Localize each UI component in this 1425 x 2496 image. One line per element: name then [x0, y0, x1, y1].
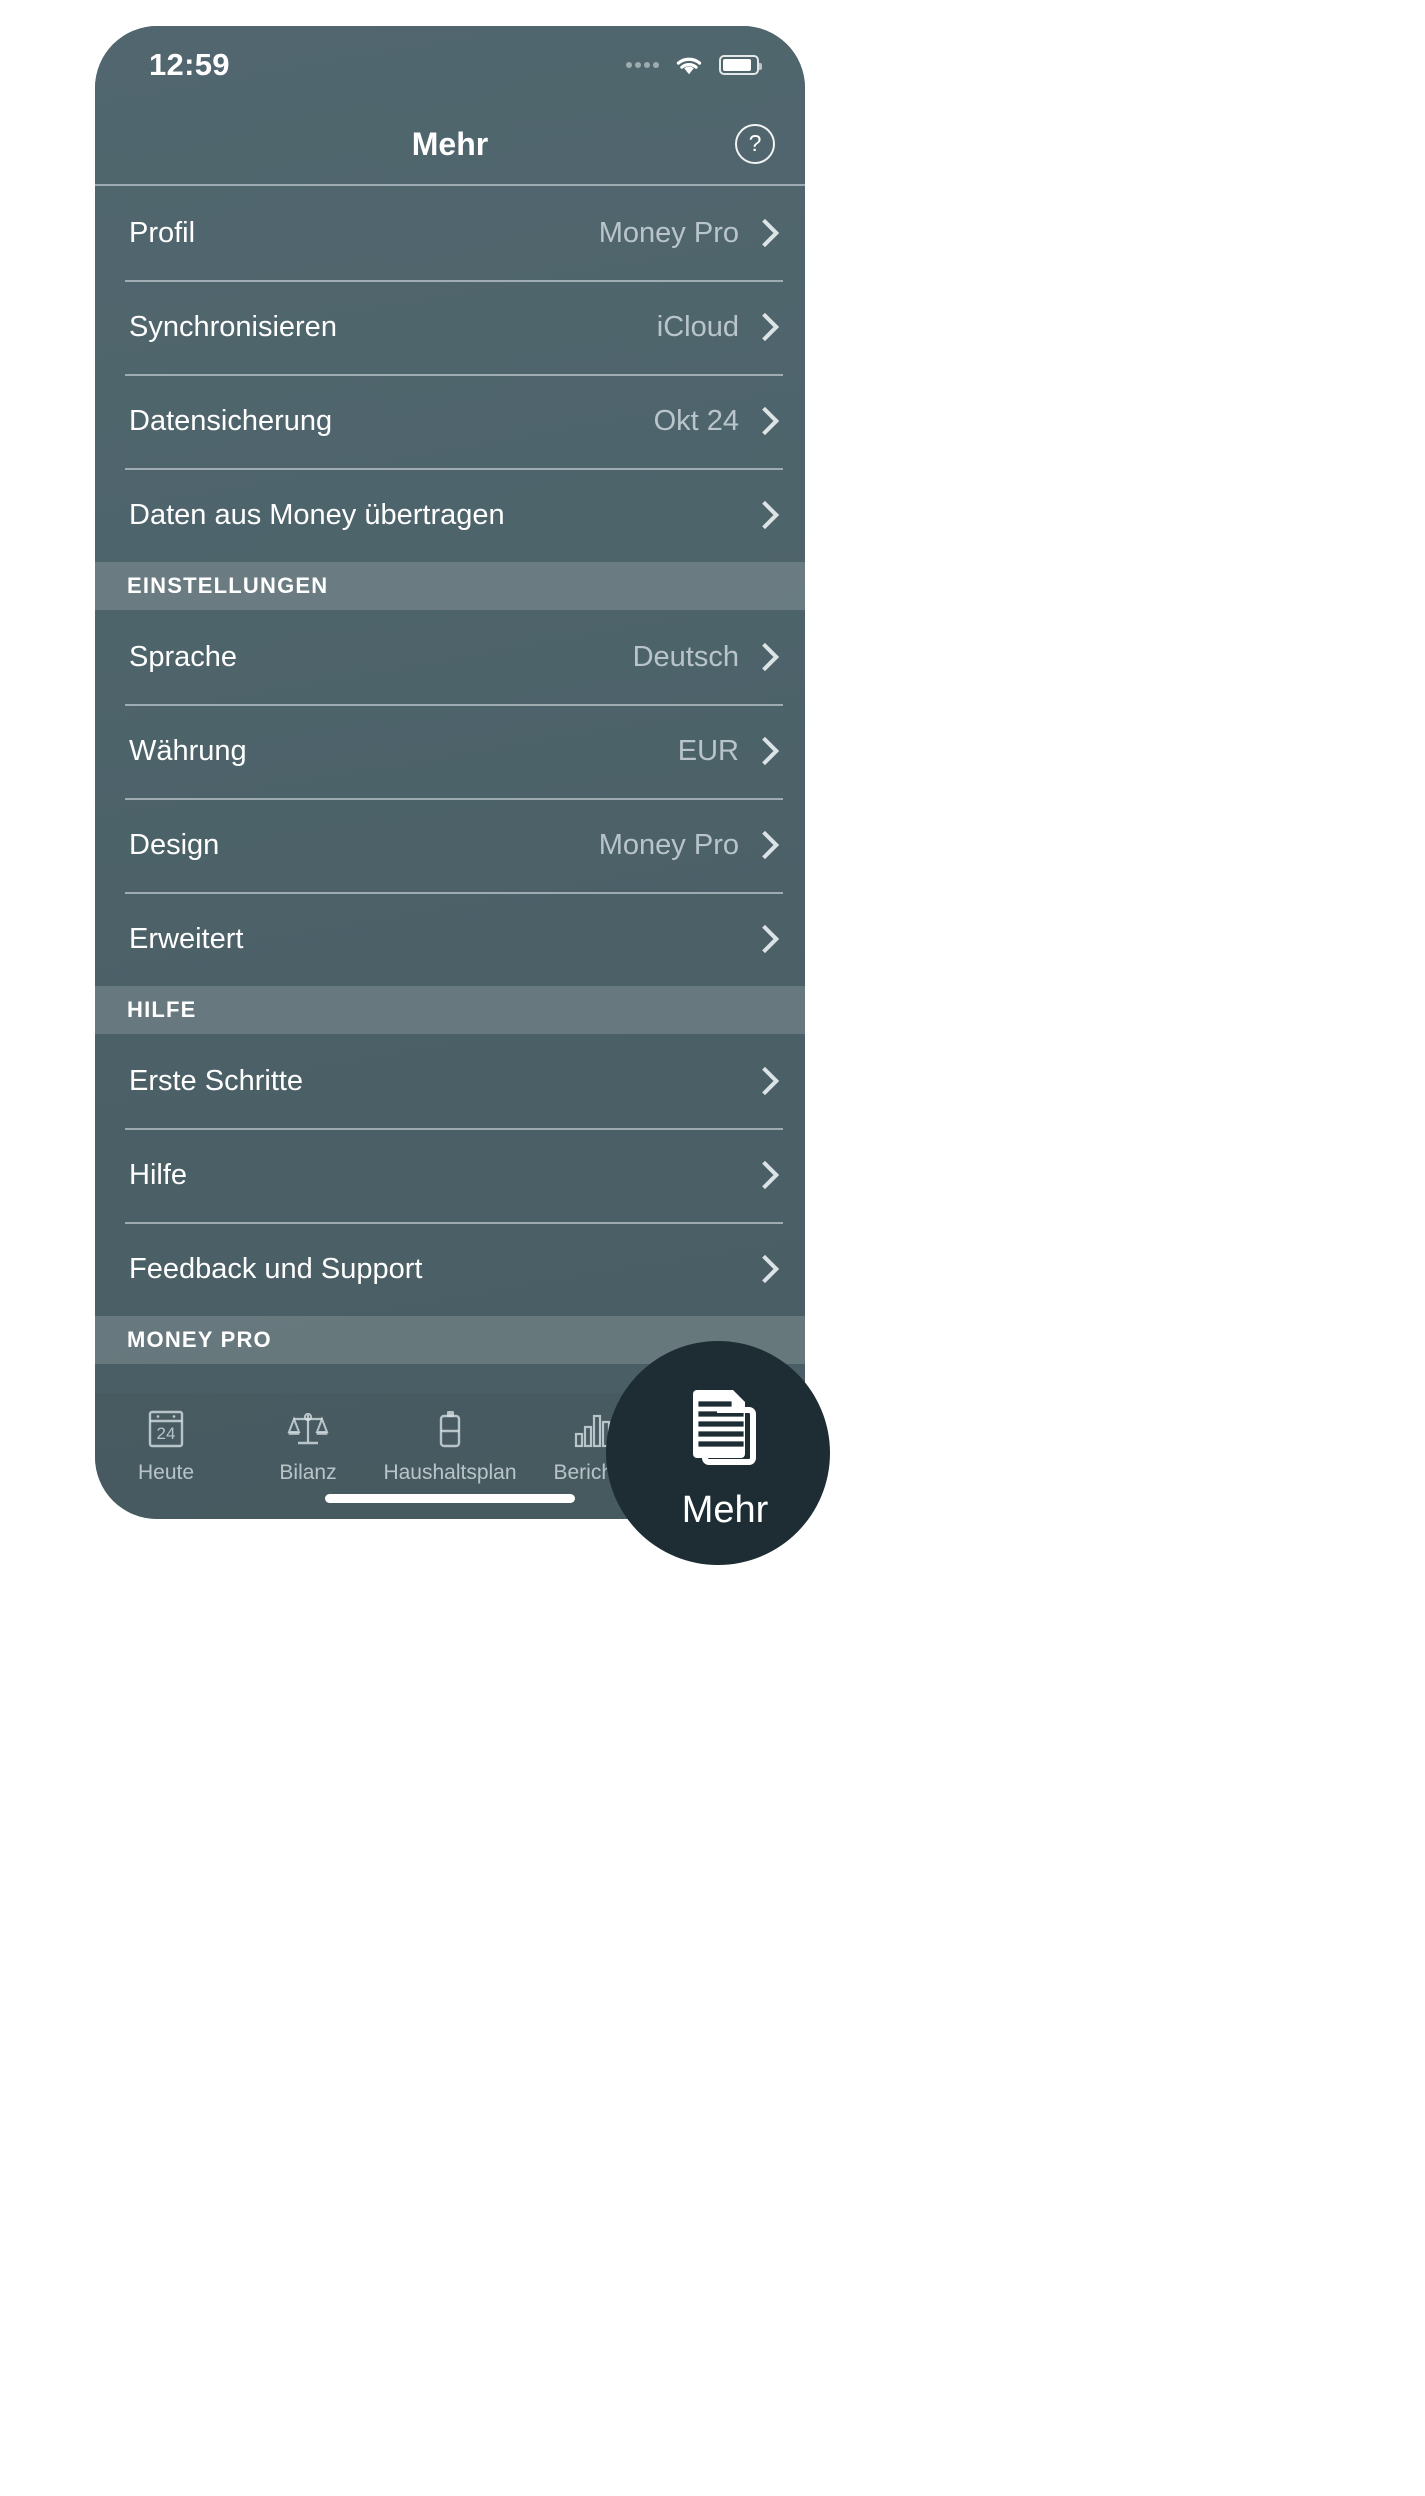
mehr-spotlight-overlay[interactable]: Mehr: [606, 1341, 830, 1565]
settings-row-label: Währung: [129, 734, 247, 767]
help-icon[interactable]: ?: [735, 124, 775, 164]
settings-row[interactable]: Datensicherung Okt 24: [95, 374, 805, 468]
tab-bilanz[interactable]: Bilanz: [237, 1405, 379, 1485]
tab-haushaltsplan[interactable]: Haushaltsplan: [379, 1405, 521, 1485]
scales-icon: [286, 1405, 330, 1453]
settings-row-value: EUR: [677, 734, 739, 767]
app-screen: 12:59 Mehr ? Profil Money Pro Synchronisie…: [95, 26, 805, 1519]
settings-row[interactable]: Feedback und Support: [95, 1222, 805, 1316]
settings-group: HILFE Erste Schritte Hilfe Feedback und Sup…: [95, 986, 805, 1316]
chevron-right-icon: [750, 642, 780, 672]
settings-row[interactable]: Daten aus Money übertragen: [95, 468, 805, 562]
chevron-right-icon: [750, 736, 780, 766]
settings-row[interactable]: Erste Schritte: [95, 1034, 805, 1128]
settings-row-label: Synchronisieren: [129, 310, 337, 343]
svg-text:24: 24: [157, 1424, 176, 1443]
chevron-right-icon: [750, 500, 780, 530]
settings-row-label: Feedback und Support: [129, 1252, 423, 1285]
settings-row-label: Hilfe: [129, 1158, 188, 1191]
mehr-overlay-label: Mehr: [681, 1489, 769, 1531]
wifi-icon: [676, 57, 702, 75]
chevron-right-icon: [750, 830, 780, 860]
documents-icon: [669, 1374, 773, 1483]
chevron-right-icon: [750, 1160, 780, 1190]
status-bar: 12:59: [95, 26, 805, 104]
settings-row[interactable]: Erweitert: [95, 892, 805, 986]
settings-row-value: Money Pro: [598, 216, 739, 249]
navigation-bar: Mehr ?: [95, 104, 805, 186]
status-time: 12:59: [149, 47, 230, 82]
calendar-24-icon: 24: [144, 1405, 188, 1453]
chevron-right-icon: [750, 218, 780, 248]
settings-row-label: Sprache: [129, 640, 238, 673]
page-title: Mehr: [411, 125, 489, 162]
home-indicator: [325, 1494, 575, 1503]
chevron-right-icon: [750, 406, 780, 436]
signal-dots-icon: [626, 62, 659, 68]
battery-icon: [719, 55, 762, 75]
phone-frame: 12:59 Mehr ? Profil Money Pro Synchronisie…: [95, 26, 805, 1519]
tab-heute[interactable]: 24 Heute: [95, 1405, 237, 1485]
tab-label: Haushaltsplan: [383, 1461, 517, 1484]
settings-row-value: Money Pro: [598, 828, 739, 861]
settings-group: EINSTELLUNGEN Sprache Deutsch Währung EUR Des…: [95, 562, 805, 986]
settings-row-label: Design: [129, 828, 220, 861]
settings-row[interactable]: Währung EUR: [95, 704, 805, 798]
chevron-right-icon: [750, 1254, 780, 1284]
status-icons: [626, 53, 762, 77]
settings-group: Profil Money Pro Synchronisieren iCloud Date…: [95, 186, 805, 562]
settings-row[interactable]: Synchronisieren iCloud: [95, 280, 805, 374]
settings-list[interactable]: Profil Money Pro Synchronisieren iCloud Date…: [95, 186, 805, 1393]
section-header: EINSTELLUNGEN: [95, 562, 805, 610]
wallet-icon: [428, 1405, 472, 1453]
settings-row-label: Datensicherung: [129, 404, 333, 437]
settings-row-value: Deutsch: [632, 640, 739, 673]
tab-label: Heute: [137, 1461, 195, 1484]
tab-label: Bilanz: [279, 1461, 337, 1484]
settings-row-label: Daten aus Money übertragen: [129, 498, 505, 531]
settings-row-value: Okt 24: [653, 404, 739, 437]
chevron-right-icon: [750, 312, 780, 342]
settings-row-value: iCloud: [656, 310, 739, 343]
section-header: HILFE: [95, 986, 805, 1034]
settings-row-label: Erste Schritte: [129, 1064, 304, 1097]
settings-row[interactable]: Sprache Deutsch: [95, 610, 805, 704]
chevron-right-icon: [750, 1066, 780, 1096]
settings-row[interactable]: Profil Money Pro: [95, 186, 805, 280]
chevron-right-icon: [750, 924, 780, 954]
settings-row-label: Profil: [129, 216, 196, 249]
settings-row[interactable]: Design Money Pro: [95, 798, 805, 892]
settings-row[interactable]: Hilfe: [95, 1128, 805, 1222]
settings-row-label: Erweitert: [129, 922, 244, 955]
